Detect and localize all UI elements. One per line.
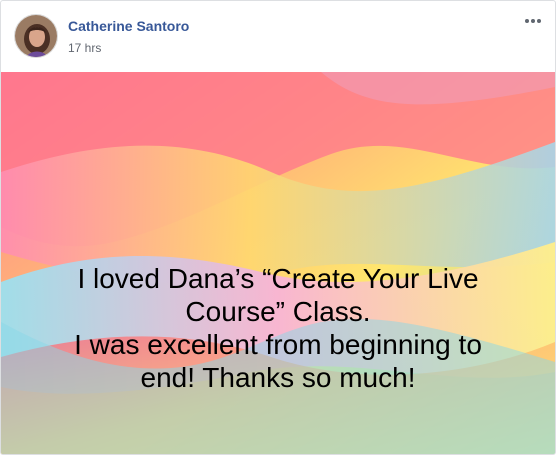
post-background: I loved Dana’s “Create Your Live Course”… bbox=[1, 72, 555, 454]
post-line-3: I was excellent from beginning to bbox=[74, 329, 482, 360]
more-options-icon[interactable] bbox=[521, 13, 545, 29]
post-header: Catherine Santoro 17 hrs bbox=[1, 1, 555, 72]
avatar-image bbox=[15, 15, 57, 57]
avatar[interactable] bbox=[14, 14, 58, 58]
author-name-link[interactable]: Catherine Santoro bbox=[68, 18, 189, 34]
post-line-2: Course” Class. bbox=[185, 296, 371, 327]
post-line-4: end! Thanks so much! bbox=[140, 362, 416, 393]
post-timestamp[interactable]: 17 hrs bbox=[68, 41, 101, 55]
post-card: Catherine Santoro 17 hrs I loved Dana’s … bbox=[0, 0, 556, 455]
post-line-1: I loved Dana’s “Create Your Live bbox=[77, 263, 479, 294]
post-message: I loved Dana’s “Create Your Live Course”… bbox=[21, 262, 535, 394]
